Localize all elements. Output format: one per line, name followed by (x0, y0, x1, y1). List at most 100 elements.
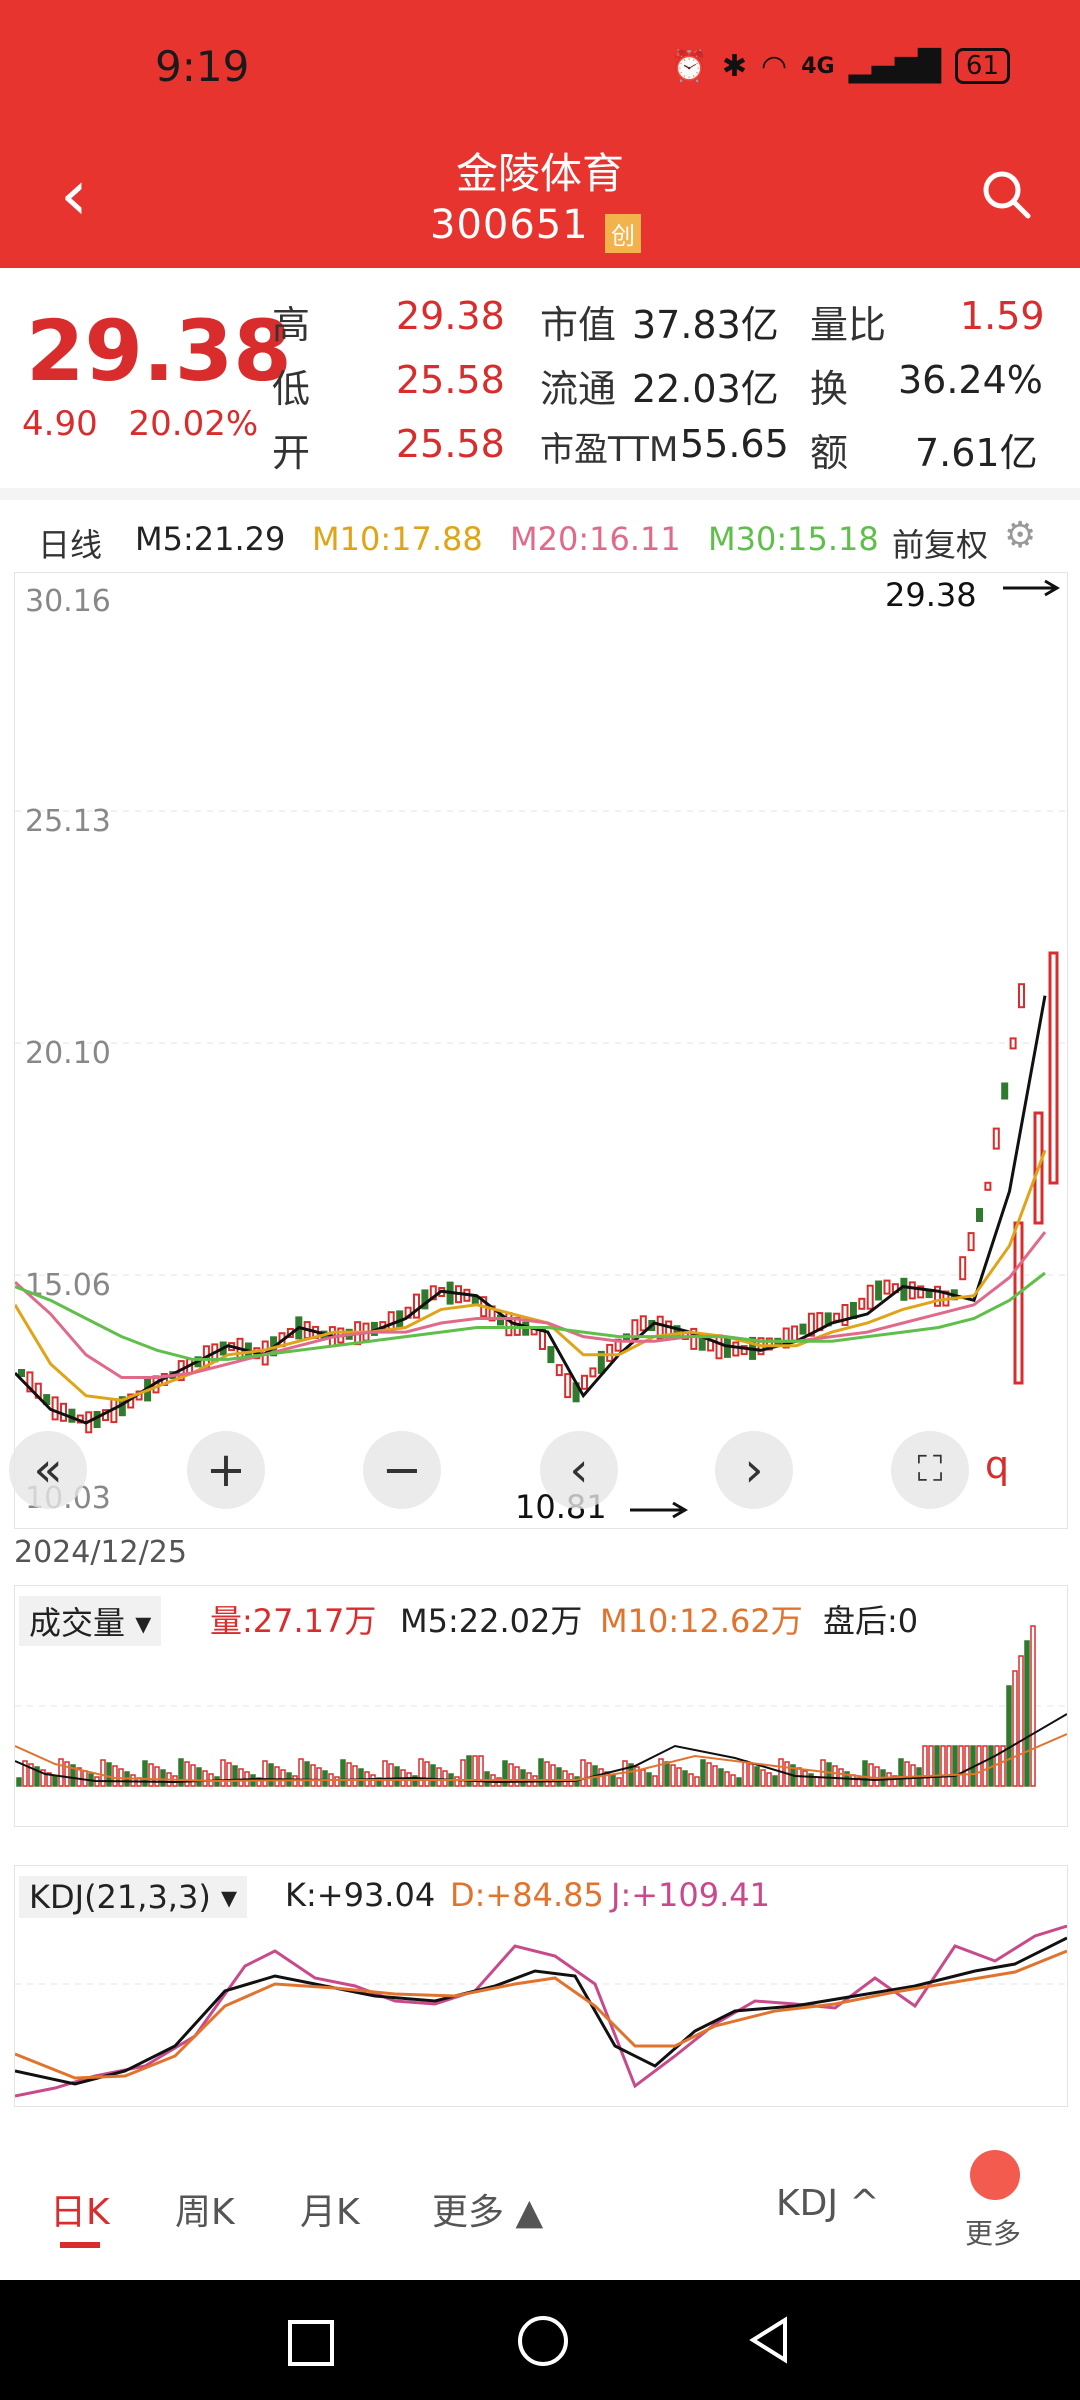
candle (606, 1343, 614, 1362)
volume-bar (706, 1762, 712, 1787)
volume-bar (1012, 1670, 1018, 1787)
period-tabs: 日K 周K 月K 更多 ▲ KDJ ^ 更多 (0, 2120, 1080, 2280)
amount-value: 7.61亿 (915, 431, 1038, 475)
back-button[interactable] (745, 2315, 795, 2365)
volume-bar (766, 1772, 772, 1787)
status-time: 9:19 (155, 42, 250, 91)
android-nav-bar (0, 2280, 1080, 2400)
more-label[interactable]: 更多 (965, 2212, 1021, 2252)
candle (581, 1374, 588, 1390)
volume-bar (424, 1761, 430, 1787)
volume-bar (724, 1771, 730, 1787)
volume-bar (112, 1765, 118, 1787)
candle (505, 1312, 513, 1337)
volume-bar (16, 1777, 22, 1787)
volume-bar (676, 1767, 682, 1787)
status-bar: 9:19 ⏰ ✱ ◠ 4G ▂▄▆█ 61 (0, 0, 1080, 140)
query-icon[interactable]: q (985, 1443, 1009, 1487)
adjust-label[interactable]: 前复权 (892, 520, 988, 566)
volume-bar (868, 1763, 874, 1787)
volume-bar (814, 1776, 820, 1787)
volume-bar (1024, 1640, 1030, 1787)
candle (471, 1296, 479, 1305)
candle (900, 1277, 908, 1301)
zoom-out-button[interactable]: − (363, 1431, 441, 1509)
gear-icon[interactable]: ⚙ (1004, 515, 1036, 556)
candle (967, 1232, 975, 1252)
volume-bar (340, 1759, 346, 1787)
tab-more-label: 更多 (432, 2192, 505, 2233)
stock-code: 300651 (430, 202, 589, 248)
candle (589, 1367, 597, 1378)
price-chart[interactable]: 30.16 25.13 20.10 15.06 10.03 29.38 10.8… (9, 572, 1068, 1529)
ma-line-m20 (15, 1231, 1047, 1379)
volume-bar (220, 1759, 226, 1787)
volume-bar (280, 1769, 286, 1787)
prev-button[interactable]: ‹ (540, 1431, 618, 1509)
zoom-in-button[interactable]: + (187, 1431, 265, 1509)
rewind-button[interactable]: « (9, 1431, 87, 1509)
pe-value: 55.65 (680, 422, 789, 466)
volume-bar (898, 1758, 904, 1787)
home-button[interactable] (518, 2316, 568, 2366)
volume-bar (730, 1774, 736, 1787)
next-button[interactable]: › (715, 1431, 793, 1509)
candle (547, 1346, 555, 1364)
volume-bar (700, 1759, 706, 1787)
fullscreen-icon[interactable]: ⛶ (891, 1431, 969, 1509)
volume-bar (106, 1762, 112, 1787)
candle (413, 1293, 420, 1319)
period-label[interactable]: 日线 (38, 520, 102, 566)
mcap-value: 37.83亿 (632, 303, 779, 347)
volume-bar (610, 1774, 616, 1787)
volume-bar (52, 1775, 58, 1787)
tab-indicator-label: KDJ (776, 2183, 838, 2224)
candle (1048, 951, 1059, 1185)
signal-label: 4G (801, 53, 835, 79)
tab-week[interactable]: 周K (175, 2183, 235, 2235)
candle (841, 1304, 849, 1326)
tab-indicator[interactable]: KDJ ^ (776, 2183, 880, 2224)
volume-bar (718, 1768, 724, 1787)
max-price-label: 29.38 (885, 576, 977, 614)
candle (992, 1127, 1000, 1150)
candle (908, 1281, 916, 1300)
volume-bar (394, 1766, 400, 1787)
alarm-icon: ⏰ (670, 48, 708, 84)
more-avatar-icon[interactable] (970, 2150, 1020, 2200)
recent-apps-button[interactable] (288, 2320, 334, 2366)
volume-bar (904, 1761, 910, 1787)
volume-bar (556, 1767, 562, 1787)
pe-label: 市盈TTM (540, 430, 679, 470)
volume-bar (58, 1758, 64, 1787)
ma-line-m5 (15, 995, 1047, 1425)
volume-bar (646, 1772, 652, 1787)
candle (984, 1181, 992, 1191)
stock-header: ‹ 金陵体育 300651 创 (0, 140, 1080, 268)
board-badge: 创 (605, 214, 641, 253)
volume-bar (832, 1765, 838, 1787)
tab-more[interactable]: 更多 ▲ (432, 2183, 543, 2235)
volume-bar (670, 1764, 676, 1787)
volume-bar (982, 1745, 988, 1787)
candle (715, 1334, 723, 1360)
battery-icon: 61 (954, 48, 1010, 84)
tab-day[interactable]: 日K (50, 2183, 110, 2235)
volume-bar (580, 1759, 586, 1787)
volume-bar (712, 1765, 718, 1787)
tab-day-indicator (60, 2242, 100, 2248)
quote-panel: 29.38 4.90 20.02% 高 29.38 低 25.58 开 25.5… (0, 270, 1080, 490)
volume-bar (514, 1766, 520, 1787)
price-chart-svg: 30.16 25.13 20.10 15.06 10.03 29.38 10.8… (15, 576, 1067, 1526)
kdj-panel: KDJ(21,3,3) ▾ K:+93.04 D:+84.85 J:+109.4… (14, 1865, 1068, 2107)
candle (875, 1280, 883, 1301)
search-icon[interactable] (980, 168, 1032, 220)
volume-bar (460, 1759, 466, 1787)
volume-bar (964, 1745, 970, 1787)
volume-bar (304, 1761, 310, 1787)
signal-icon: ▂▄▆█ (848, 48, 941, 84)
tab-month[interactable]: 月K (300, 2183, 360, 2235)
volume-bar (658, 1758, 664, 1787)
ma10-label: M10:17.88 (312, 520, 483, 558)
candle (1013, 1221, 1024, 1385)
